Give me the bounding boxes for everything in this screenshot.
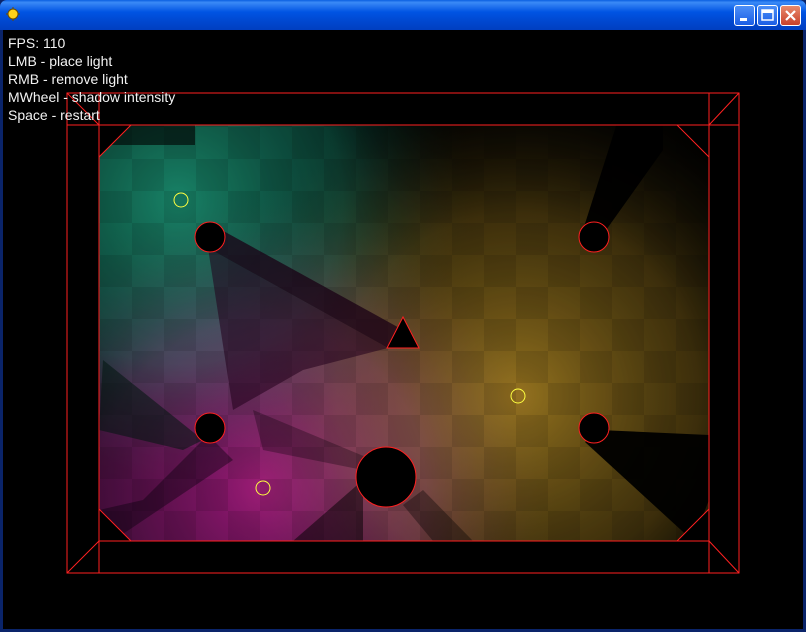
fps-counter: FPS: 110 xyxy=(8,35,66,51)
app-icon xyxy=(6,7,20,21)
title-bar[interactable] xyxy=(0,0,806,30)
obstacle-circle xyxy=(578,412,610,444)
hud-overlay: FPS: 110 LMB - place light RMB - remove … xyxy=(8,34,175,124)
hud-line-place-light: LMB - place light xyxy=(8,53,113,69)
close-icon xyxy=(785,10,796,21)
maximize-button[interactable] xyxy=(757,5,778,26)
hud-line-restart: Space - restart xyxy=(8,107,100,123)
minimize-icon xyxy=(740,18,747,21)
obstacle-circle xyxy=(578,221,610,253)
minimize-button[interactable] xyxy=(734,5,755,26)
close-button[interactable] xyxy=(780,5,801,26)
obstacle-circle xyxy=(194,221,226,253)
obstacle-circle xyxy=(194,412,226,444)
obstacle-circle xyxy=(355,446,417,508)
game-viewport[interactable]: FPS: 110 LMB - place light RMB - remove … xyxy=(3,30,803,629)
hud-line-remove-light: RMB - remove light xyxy=(8,71,128,87)
app-window: FPS: 110 LMB - place light RMB - remove … xyxy=(0,0,806,632)
hud-line-shadow-intensity: MWheel - shadow intensity xyxy=(8,89,176,105)
maximize-icon xyxy=(761,9,774,21)
